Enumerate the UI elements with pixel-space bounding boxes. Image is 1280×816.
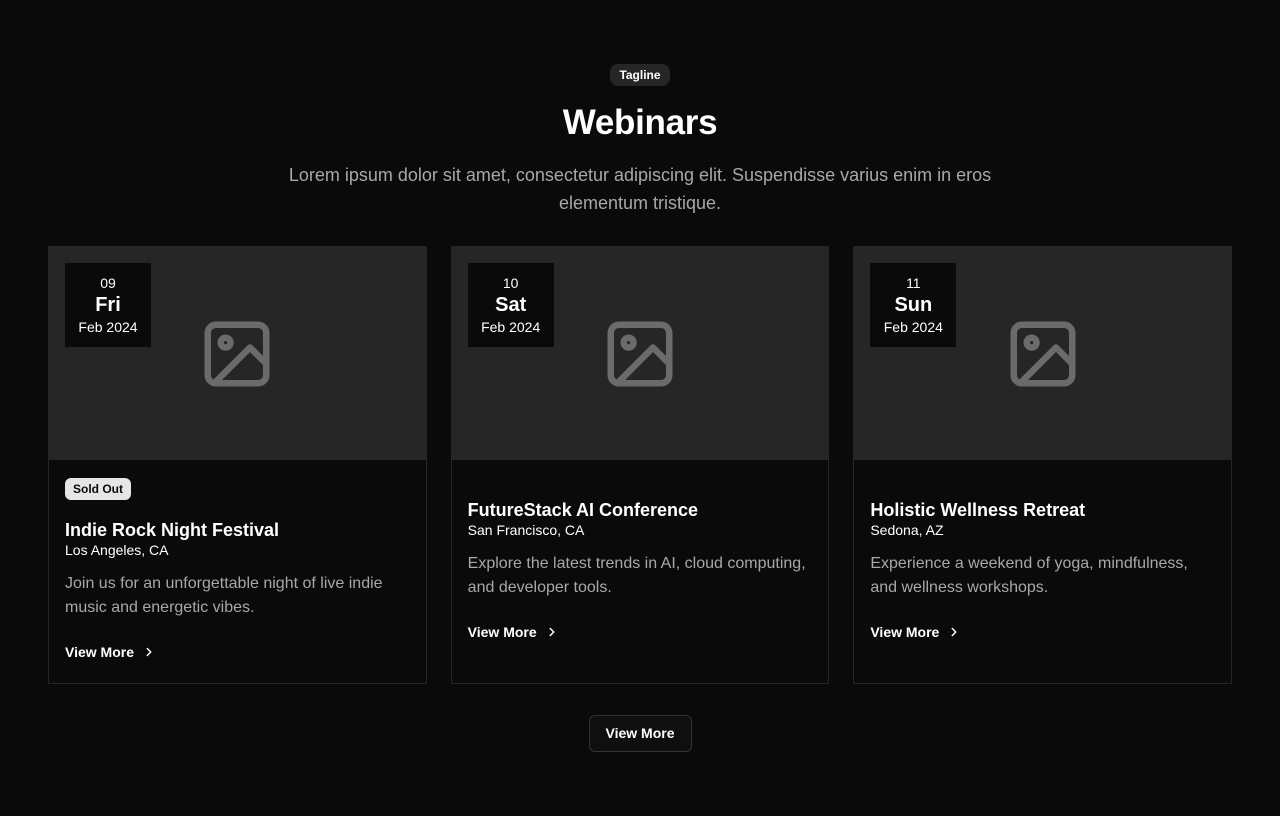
webinar-card: 09 Fri Feb 2024 Sold Out Indie Rock Nigh… (48, 246, 427, 684)
date-day: 09 (100, 275, 116, 291)
card-description: Explore the latest trends in AI, cloud c… (467, 555, 806, 596)
webinar-card-grid: 09 Fri Feb 2024 Sold Out Indie Rock Nigh… (48, 246, 1233, 684)
view-more-link[interactable]: View More (870, 622, 961, 642)
view-more-link[interactable]: View More (65, 642, 156, 662)
date-badge: 10 Sat Feb 2024 (467, 263, 554, 347)
webinar-card: 10 Sat Feb 2024 FutureStack AI Conferenc… (450, 246, 830, 684)
sold-out-badge: Sold Out (65, 478, 131, 500)
date-month-year: Feb 2024 (883, 319, 943, 335)
chevron-right-icon (951, 627, 957, 637)
card-description: Experience a weekend of yoga, mindfulnes… (870, 555, 1188, 596)
date-badge: 09 Fri Feb 2024 (65, 263, 151, 347)
section-title: Webinars (562, 103, 718, 142)
section-header: Tagline Webinars Lorem ipsum dolor sit a… (0, 64, 1280, 217)
view-more-label: View More (870, 624, 940, 640)
card-description: Join us for an unforgettable night of li… (65, 575, 383, 616)
view-more-link[interactable]: View More (468, 622, 559, 642)
card-title: Holistic Wellness Retreat (870, 500, 1086, 520)
webinars-section: Tagline Webinars Lorem ipsum dolor sit a… (0, 0, 1280, 816)
date-day: 10 (502, 275, 519, 291)
card-location: Los Angeles, CA (65, 542, 169, 558)
chevron-right-icon (146, 647, 152, 657)
image-placeholder-icon (204, 321, 270, 386)
card-image: 10 Sat Feb 2024 (451, 247, 829, 460)
date-month-year: Feb 2024 (78, 319, 138, 335)
card-image: 11 Sun Feb 2024 (854, 247, 1232, 460)
card-location: San Francisco, CA (467, 522, 585, 538)
card-body: FutureStack AI Conference San Francisco,… (452, 460, 829, 642)
tagline: Tagline (610, 64, 670, 86)
date-weekday: Fri (95, 294, 121, 316)
view-more-button[interactable]: View More (588, 715, 692, 752)
card-body: Sold Out Indie Rock Night Festival Los A… (49, 460, 426, 662)
view-more-label: View More (65, 644, 134, 660)
view-more-container: View More (0, 715, 1280, 752)
date-weekday: Sun (894, 294, 933, 316)
date-weekday: Sat (495, 294, 527, 316)
card-title: FutureStack AI Conference (467, 500, 699, 520)
image-placeholder-icon (1010, 321, 1076, 386)
view-more-label: View More (467, 624, 537, 640)
date-badge: 11 Sun Feb 2024 (870, 263, 957, 347)
webinar-card: 11 Sun Feb 2024 Holistic Wellness Retrea… (853, 246, 1233, 684)
chevron-right-icon (549, 627, 555, 637)
date-day: 11 (906, 275, 921, 291)
image-placeholder-icon (607, 321, 673, 386)
date-month-year: Feb 2024 (481, 319, 541, 335)
card-body: Holistic Wellness Retreat Sedona, AZ Exp… (854, 460, 1231, 642)
card-title: Indie Rock Night Festival (65, 520, 280, 540)
section-subtitle: Lorem ipsum dolor sit amet, consectetur … (288, 165, 992, 213)
card-image: 09 Fri Feb 2024 (49, 247, 426, 460)
card-location: Sedona, AZ (870, 522, 944, 538)
